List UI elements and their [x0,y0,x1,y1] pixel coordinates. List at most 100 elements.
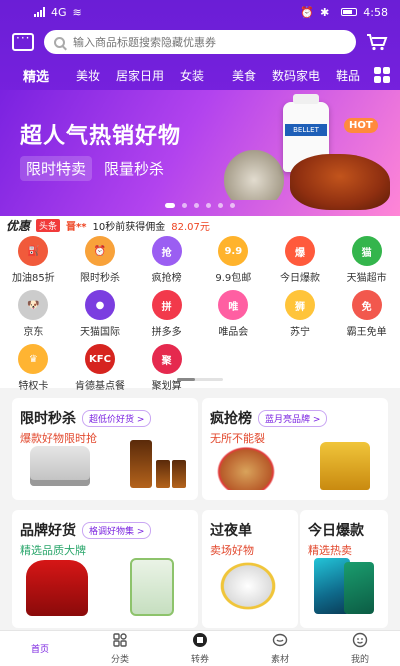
shortcut-icon: 聚 [151,344,182,374]
coupon-icon [192,632,208,652]
category-icon [112,632,128,652]
tab-home[interactable]: 居家日用 [114,67,166,84]
card-hot-today[interactable]: 今日爆款 精选热卖 [300,510,388,628]
shortcut-icon: 9.9 [218,236,249,266]
nav-label: 转券 [190,655,209,665]
shortcut-icon: 拼 [151,290,182,320]
shortcut-label: 9.9包邮 [215,273,252,284]
tab-digital[interactable]: 数码家电 [270,67,322,84]
news-ticker[interactable]: 优惠 头条 晋** 10秒前获得佣金 82.07元 [0,216,400,234]
shortcut-item[interactable]: ⏰ 限时秒杀 [67,236,134,284]
product-serum-small-image [172,460,186,488]
shortcut-item[interactable]: 免霸王免单 [333,290,400,338]
nav-label: 素材 [270,655,289,665]
product-oil-image [320,442,370,490]
shortcut-icon: KFC [84,344,115,374]
shortcut-icon: ● [84,290,115,320]
shortcut-item[interactable]: ● 天猫国际 [67,290,134,338]
card-subtitle: 精选热卖 [308,544,352,557]
card-overnight[interactable]: 过夜单 卖场好物 [202,510,298,628]
shortcut-label: 苏宁 [289,327,310,338]
search-icon [54,36,65,48]
nav-label: 我的 [350,655,369,665]
card-brand-goods[interactable]: 品牌好货 格调好物集 > 精选品质大牌 [12,510,198,628]
card-title: 过夜单 [210,523,252,539]
shortcut-item[interactable]: 拼拼多多 [133,290,200,338]
nav-home[interactable]: 首页 [0,631,80,666]
shortcut-label: 京东 [23,327,44,338]
card-title: 限时秒杀 [20,411,76,427]
search-input[interactable] [73,35,346,49]
message-icon[interactable] [12,31,34,51]
product-snacks-image [214,444,278,490]
shortcut-label: 限时秒杀 [79,273,120,284]
shortcut-item[interactable]: ♛ 特权卡 [0,344,67,392]
shortcut-label: 拼多多 [151,327,182,338]
tab-featured[interactable]: 精选 [10,66,62,85]
product-serum-small-image [156,460,170,488]
nav-category[interactable]: 分类 [80,631,160,666]
search-bar[interactable] [44,30,356,54]
shortcut-label: 天猫超市 [346,273,387,284]
card-flash-sale[interactable]: 限时秒杀 超低价好货 > 爆款好物限时抢 [12,398,198,500]
card-pill[interactable]: 超低价好货 > [82,409,152,427]
tab-women[interactable]: 女装 [166,67,218,84]
shortcut-label: 天猫国际 [79,327,120,338]
card-pill[interactable]: 蓝月亮品牌 > [258,409,328,427]
battery-icon [341,8,358,16]
grid-menu-icon[interactable] [374,67,390,83]
tab-beauty[interactable]: 美妆 [62,67,114,84]
card-subtitle: 爆款好物限时抢 [20,432,97,445]
nav-profile[interactable]: 我的 [320,631,400,666]
carousel-dots [0,203,400,208]
tab-shoes[interactable]: 鞋品 [322,67,374,84]
shortcut-item[interactable]: 唯唯品会 [200,290,267,338]
card-title: 疯抢榜 [210,411,252,427]
network-label: 4G [51,5,67,19]
cart-icon[interactable] [366,33,388,51]
ticker-amount: 82.07元 [171,221,210,233]
card-title: 品牌好货 [20,523,76,539]
nav-coupon[interactable]: 转券 [160,631,240,666]
ticker-user: 晋** [66,221,87,233]
shortcut-item[interactable]: 🐶 京东 [0,290,67,338]
shortcut-item[interactable]: KFC 肯德基点餐 [67,344,134,392]
shortcut-icon: 免 [351,290,382,320]
shortcut-item[interactable]: 猫天猫超市 [333,236,400,284]
clock: 4:58 [363,5,388,19]
ticker-brand: 优惠 [6,218,31,233]
card-pill[interactable]: 格调好物集 > [82,521,152,539]
shortcut-item[interactable]: 9.9 9.9包邮 [200,236,267,284]
shortcut-icon: 猫 [351,236,382,266]
banner-sub-flash: 限时特卖 [20,156,93,181]
bottom-nav: 首页 分类 转券 素材 我的 [0,630,400,666]
shortcut-label: 特权卡 [18,381,49,392]
shortcut-label: 肯德基点餐 [74,381,125,392]
shortcut-item[interactable]: ⛽ 加油85折 [0,236,67,284]
shortcut-item[interactable]: 聚聚划算 [133,344,200,392]
promo-banner[interactable]: 超人气热销好物 限时特卖 限量秒杀 BELLET HOT [0,90,400,216]
card-subtitle: 精选品质大牌 [20,544,86,557]
leaves-image [224,150,284,200]
shortcut-icon: 🐶 [18,290,49,320]
shortcut-icon: ♛ [18,344,49,374]
product-serum-image [130,440,152,488]
shortcut-label: 疯抢榜 [151,273,182,284]
nav-material[interactable]: 素材 [240,631,320,666]
material-icon [272,632,288,652]
shortcut-label: 加油85折 [11,273,55,284]
profile-icon [352,632,368,652]
card-rush-list[interactable]: 疯抢榜 蓝月亮品牌 > 无所不能裂 [202,398,388,500]
shortcut-icon: 狮 [284,290,315,320]
shortcut-item[interactable]: 抢疯抢榜 [133,236,200,284]
scroll-indicator [177,378,223,381]
product-compact-image [30,446,90,486]
shortcut-item[interactable]: 爆今日爆款 [267,236,334,284]
banner-title: 超人气热销好物 [20,124,182,149]
tab-food[interactable]: 美食 [218,67,270,84]
shortcut-label: 唯品会 [218,327,249,338]
shortcut-item[interactable]: 狮苏宁 [267,290,334,338]
product-formula-image [130,558,174,616]
product-jacket-image [26,560,88,616]
hot-badge: HOT [344,118,378,133]
